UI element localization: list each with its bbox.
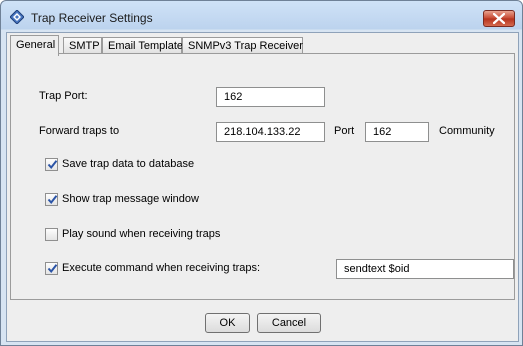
tab-general[interactable]: General <box>10 35 59 56</box>
tab-snmpv3-trap-receiver[interactable]: SNMPv3 Trap Receiver <box>182 37 303 54</box>
show-window-label[interactable]: Show trap message window <box>62 193 199 205</box>
forward-port-field[interactable]: 162 <box>365 122 429 142</box>
title-bar[interactable]: Trap Receiver Settings <box>1 1 522 31</box>
check-icon <box>47 264 58 274</box>
play-sound-checkbox[interactable] <box>45 228 58 241</box>
general-panel: Trap Port: 162 Forward traps to 218.104.… <box>10 53 515 300</box>
play-sound-label[interactable]: Play sound when receiving traps <box>62 228 220 240</box>
ok-button[interactable]: OK <box>205 313 250 333</box>
show-window-checkbox[interactable] <box>45 193 58 206</box>
trap-port-label: Trap Port: <box>39 90 88 102</box>
check-icon <box>47 195 58 205</box>
forward-traps-label: Forward traps to <box>39 125 120 137</box>
close-icon <box>493 13 505 24</box>
exec-cmd-label[interactable]: Execute command when receiving traps: <box>62 262 260 274</box>
close-button[interactable] <box>483 10 515 27</box>
save-db-label[interactable]: Save trap data to database <box>62 158 194 170</box>
community-label: Community <box>439 125 495 137</box>
tab-smtp[interactable]: SMTP <box>63 37 102 54</box>
dialog-window: Trap Receiver Settings General SMTP Emai… <box>0 0 523 346</box>
exec-cmd-checkbox[interactable] <box>45 262 58 275</box>
dialog-body: General SMTP Email Template SNMPv3 Trap … <box>6 32 519 342</box>
window-title: Trap Receiver Settings <box>31 11 153 25</box>
forward-ip-field[interactable]: 218.104.133.22 <box>216 122 325 142</box>
trap-port-field[interactable]: 162 <box>216 87 325 107</box>
cancel-button[interactable]: Cancel <box>257 313 321 333</box>
save-db-checkbox[interactable] <box>45 158 58 171</box>
app-diamond-icon <box>10 10 24 24</box>
check-icon <box>47 160 58 170</box>
port-label: Port <box>334 125 355 137</box>
tab-email-template[interactable]: Email Template <box>102 37 183 54</box>
exec-cmd-field[interactable]: sendtext $oid <box>336 259 514 279</box>
